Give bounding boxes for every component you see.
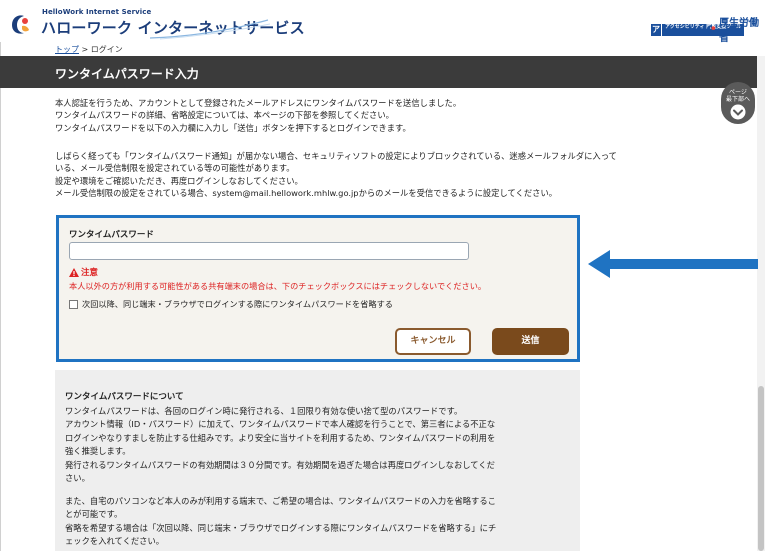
caution-title: 注意	[81, 268, 99, 278]
info-heading: ワンタイムパスワードについて	[65, 392, 184, 402]
jump-label-line2: 最下部へ	[725, 96, 750, 103]
skip-otp-label[interactable]: 次回以降、同じ端末・ブラウザでログインする際にワンタイムパスワードを省略する	[82, 298, 393, 310]
caution-heading: 注意	[69, 266, 98, 278]
text-line: 強く推奨します。	[65, 446, 131, 457]
text-line: 省略を希望する場合は「次回以降、同じ端末・ブラウザでログインする際にワンタイムパ…	[65, 522, 497, 533]
text-line: 本人認証を行うため、アカウントとして登録されたメールアドレスにワンタイムパスワー…	[55, 98, 462, 108]
breadcrumb-top-link[interactable]: トップ	[55, 45, 79, 54]
breadcrumb-current: ログイン	[90, 45, 123, 54]
submit-button[interactable]: 送信	[492, 328, 569, 355]
text-line: いる、メール受信制限を設定されている等の可能性があります。	[55, 163, 295, 174]
text-line: メール受信制限の設定をされている場合、system@mail.hellowork…	[55, 188, 558, 199]
skip-otp-checkbox[interactable]	[69, 299, 78, 309]
breadcrumb: トップ > ログイン	[55, 44, 123, 55]
ministry-link[interactable]: 厚生労働省	[706, 18, 765, 44]
ministry-logo-icon	[706, 25, 716, 34]
info-paragraph-2: また、自宅のパソコンなど本人のみが利用する端末で、ご希望の場合は、ワンタイムパス…	[65, 495, 496, 549]
hellowork-logo-icon[interactable]	[8, 11, 34, 37]
text-line: ログインやなりすましを防止する仕組みです。より安全に当サイトを利用するため、ワン…	[65, 432, 496, 443]
cancel-button[interactable]: キャンセル	[395, 328, 471, 355]
intro-paragraph-1: 本人認証を行うため、アカウントとして登録されたメールアドレスにワンタイムパスワー…	[55, 97, 461, 134]
otp-form-panel: ワンタイムパスワード 注意 本人以外の方が利用する可能性がある共有端末の場合は、…	[56, 215, 580, 362]
text-line: ワンタイムパスワードは、各回のログイン時に発行される、１回限り有効な使い捨て型の…	[65, 406, 463, 416]
text-line: 設定や環境をご確認いただき、再度ログインしなおしてください。	[55, 175, 303, 186]
breadcrumb-separator: >	[79, 45, 91, 54]
text-line: ワンタイムパスワードの詳細、省略設定については、本ページの下部を参照してください…	[55, 110, 394, 121]
jump-to-bottom-button[interactable]: ページ 最下部へ	[721, 82, 755, 124]
text-line: とが可能です。	[65, 509, 123, 520]
otp-label: ワンタイムパスワード	[69, 230, 154, 240]
arrow-left-icon	[588, 250, 758, 278]
accessibility-icon: ア	[651, 24, 661, 36]
text-line: また、自宅のパソコンなど本人のみが利用する端末で、ご希望の場合は、ワンタイムパス…	[65, 496, 496, 506]
text-line: しばらく経っても「ワンタイムパスワード通知」が届かない場合、セキュリティソフトの…	[55, 151, 617, 161]
otp-info-panel: ワンタイムパスワードについて ワンタイムパスワードは、各回のログイン時に発行され…	[55, 370, 580, 551]
text-line: ェックを入れてください。	[65, 536, 165, 547]
logo-swoosh-decoration	[150, 19, 270, 40]
page-title: ワンタイムパスワード入力	[55, 67, 199, 81]
info-paragraph-1: ワンタイムパスワードは、各回のログイン時に発行される、１回限り有効な使い捨て型の…	[65, 405, 495, 485]
text-line: アカウント情報（ID・パスワード）に加えて、ワンタイムパスワードで本人確認を行う…	[65, 419, 496, 430]
warning-icon	[69, 267, 79, 277]
site-header: HelloWork Internet Service ハローワーク インターネッ…	[0, 0, 765, 44]
page-title-bar: ワンタイムパスワード入力	[0, 56, 757, 88]
otp-input[interactable]	[69, 242, 469, 260]
caution-text: 本人以外の方が利用する可能性がある共有端末の場合は、下のチェックボックスにはチェ…	[69, 281, 487, 291]
scrollbar[interactable]	[757, 56, 765, 551]
text-line: 発行されるワンタイムパスワードの有効期間は３０分間です。有効期間を過ぎた場合は再…	[65, 459, 495, 470]
text-line: ワンタイムパスワードを以下の入力欄に入力し「送信」ボタンを押下するとログインでき…	[55, 122, 411, 133]
logo-subtitle: HelloWork Internet Service	[42, 8, 152, 16]
text-line: さい。	[65, 473, 90, 484]
scrollbar-thumb[interactable]	[758, 386, 764, 551]
skip-otp-option[interactable]: 次回以降、同じ端末・ブラウザでログインする際にワンタイムパスワードを省略する	[69, 298, 393, 310]
ministry-name: 厚生労働省	[719, 18, 760, 44]
chevron-down-icon	[730, 104, 746, 120]
intro-paragraph-2: しばらく経っても「ワンタイムパスワード通知」が届かない場合、セキュリティソフトの…	[55, 150, 617, 200]
